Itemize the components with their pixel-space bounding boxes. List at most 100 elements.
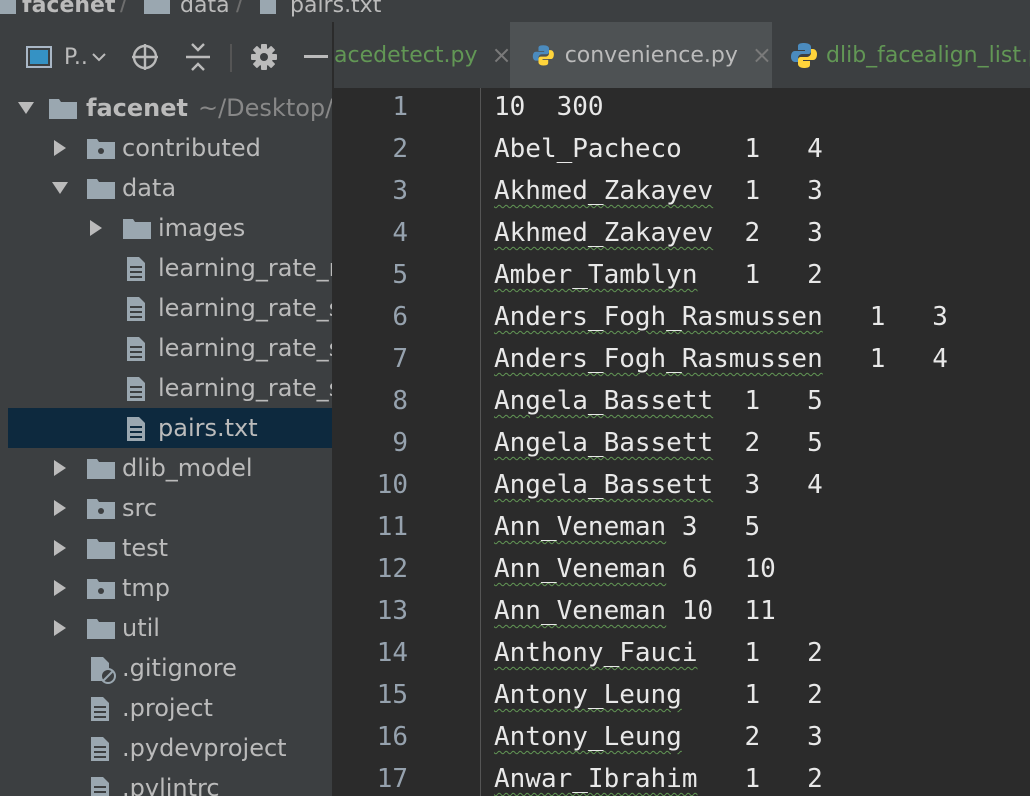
pair-indices: 1 3	[822, 302, 948, 332]
breadcrumb-separator: /	[120, 0, 129, 16]
tab-label: convenience.py	[564, 42, 738, 68]
tree-item-label: learning_rate_s	[158, 294, 332, 322]
tree-item-test[interactable]: test	[8, 528, 332, 568]
hide-panel-button[interactable]	[304, 40, 328, 74]
line-number: 7	[392, 344, 408, 374]
tree-item-file[interactable]: learning_rate_s	[8, 328, 332, 368]
locate-button[interactable]	[130, 40, 160, 74]
close-icon[interactable]: ×	[752, 41, 772, 69]
tree-item-pylintrc[interactable]: .pylintrc	[8, 768, 332, 796]
folder-icon	[87, 459, 115, 479]
tree-item-file[interactable]: learning_rate_s	[8, 288, 332, 328]
tree-item-pydevproject[interactable]: .pydevproject	[8, 728, 332, 768]
pair-indices: 1 3	[713, 176, 823, 206]
close-icon[interactable]: ×	[491, 41, 511, 69]
line-number: 17	[376, 764, 408, 794]
tree-item-label: contributed	[122, 134, 261, 162]
project-view-selector[interactable]: P..	[26, 40, 106, 74]
line-content: Anders_Fogh_Rasmussen 1 4	[494, 338, 948, 380]
tab-facedetect[interactable]: acedetect.py ×	[334, 22, 512, 88]
line-content: Ann_Veneman 3 5	[494, 506, 760, 548]
code-line[interactable]: 3 Akhmed_Zakayev 1 3	[334, 170, 1030, 212]
tab-convenience[interactable]: convenience.py ×	[510, 22, 772, 88]
tree-item-pairs-txt[interactable]: pairs.txt	[8, 408, 332, 448]
tree-item-label: images	[158, 214, 246, 242]
code-line[interactable]: 9 Angela_Bassett 2 5	[334, 422, 1030, 464]
collapse-all-button[interactable]	[184, 40, 212, 74]
line-content: Anders_Fogh_Rasmussen 1 3	[494, 296, 948, 338]
code-line[interactable]: 4 Akhmed_Zakayev 2 3	[334, 212, 1030, 254]
tree-item-label: .project	[122, 694, 213, 722]
tree-item-data[interactable]: data	[8, 168, 332, 208]
tree-item-label: src	[122, 494, 158, 522]
tree-item-file[interactable]: learning_rate_r	[8, 248, 332, 288]
code-line[interactable]: 5 Amber_Tamblyn 1 2	[334, 254, 1030, 296]
folder-icon	[87, 179, 115, 199]
person-name: Antony_Leung	[494, 722, 682, 752]
tree-item-file[interactable]: learning_rate_s	[8, 368, 332, 408]
tree-item-label: util	[122, 614, 160, 642]
tree-item-contributed[interactable]: contributed	[8, 128, 332, 168]
line-content: Ann_Veneman 6 10	[494, 548, 776, 590]
person-name: Angela_Bassett	[494, 428, 714, 458]
breadcrumb-item-file[interactable]: pairs.txt	[260, 0, 381, 22]
folder-icon	[144, 0, 170, 14]
folder-icon	[123, 219, 151, 239]
code-line[interactable]: 7 Anders_Fogh_Rasmussen 1 4	[334, 338, 1030, 380]
tree-item-tmp[interactable]: tmp	[8, 568, 332, 608]
tree-root-facenet[interactable]: facenet ~/Desktop/	[8, 88, 332, 128]
chevron-down-icon	[18, 102, 34, 114]
tree-item-src[interactable]: src	[8, 488, 332, 528]
person-name: Anwar_Ibrahim	[494, 764, 698, 794]
text-file-icon	[91, 697, 109, 721]
settings-button[interactable]	[250, 40, 278, 74]
pair-indices: 1 4	[822, 344, 948, 374]
project-view-label: P..	[64, 44, 88, 70]
code-line[interactable]: 11 Ann_Veneman 3 5	[334, 506, 1030, 548]
code-line[interactable]: 14 Anthony_Fauci 1 2	[334, 632, 1030, 674]
line-content: Anwar_Ibrahim 1 2	[494, 758, 823, 796]
code-line[interactable]: 2 Abel_Pacheco 1 4	[334, 128, 1030, 170]
tree-item-project-file[interactable]: .project	[8, 688, 332, 728]
tree-item-label: learning_rate_s	[158, 374, 332, 402]
line-number: 5	[392, 260, 408, 290]
code-editor[interactable]: 1 10 300 2 Abel_Pacheco 1 4 3 Akhmed_Zakayev …	[334, 88, 1030, 796]
code-line[interactable]: 13 Ann_Veneman 10 11	[334, 590, 1030, 632]
pair-indices: 2 5	[713, 428, 823, 458]
code-line[interactable]: 6 Anders_Fogh_Rasmussen 1 3	[334, 296, 1030, 338]
folder-icon	[87, 539, 115, 559]
person-name: 10	[494, 92, 526, 122]
pair-indices: 2 3	[681, 722, 823, 752]
line-number: 2	[392, 134, 408, 164]
pair-indices: 1 2	[697, 764, 823, 794]
tree-item-util[interactable]: util	[8, 608, 332, 648]
breadcrumb-item-data[interactable]: data	[144, 0, 230, 22]
tree-item-dlib-model[interactable]: dlib_model	[8, 448, 332, 488]
tree-item-label: dlib_model	[122, 454, 253, 482]
pair-indices: 3 5	[666, 512, 761, 542]
tree-item-label: learning_rate_r	[158, 254, 332, 282]
tree-item-gitignore[interactable]: .gitignore	[8, 648, 332, 688]
pair-indices: 1 2	[697, 260, 823, 290]
code-line[interactable]: 12 Ann_Veneman 6 10	[334, 548, 1030, 590]
line-content: Akhmed_Zakayev 2 3	[494, 212, 823, 254]
person-name: Anders_Fogh_Rasmussen	[494, 302, 823, 332]
chevron-right-icon	[54, 460, 66, 476]
code-line[interactable]: 1 10 300	[334, 88, 1030, 128]
code-line[interactable]: 8 Angela_Bassett 1 5	[334, 380, 1030, 422]
person-name: Ann_Veneman	[494, 554, 667, 584]
line-number: 6	[392, 302, 408, 332]
person-name: Akhmed_Zakayev	[494, 176, 714, 206]
pair-indices: 1 5	[713, 386, 823, 416]
code-line[interactable]: 17 Anwar_Ibrahim 1 2	[334, 758, 1030, 796]
breadcrumb-item-project[interactable]: facenet	[0, 0, 115, 22]
tab-dlib-facealign-list[interactable]: dlib_facealign_list.p	[772, 22, 1030, 88]
code-line[interactable]: 16 Antony_Leung 2 3	[334, 716, 1030, 758]
code-line[interactable]: 15 Antony_Leung 1 2	[334, 674, 1030, 716]
python-file-icon	[532, 45, 554, 66]
line-content: 10 300	[494, 88, 604, 128]
line-number: 4	[392, 218, 408, 248]
pair-indices: 1 2	[681, 680, 823, 710]
tree-item-images[interactable]: images	[8, 208, 332, 248]
code-line[interactable]: 10 Angela_Bassett 3 4	[334, 464, 1030, 506]
